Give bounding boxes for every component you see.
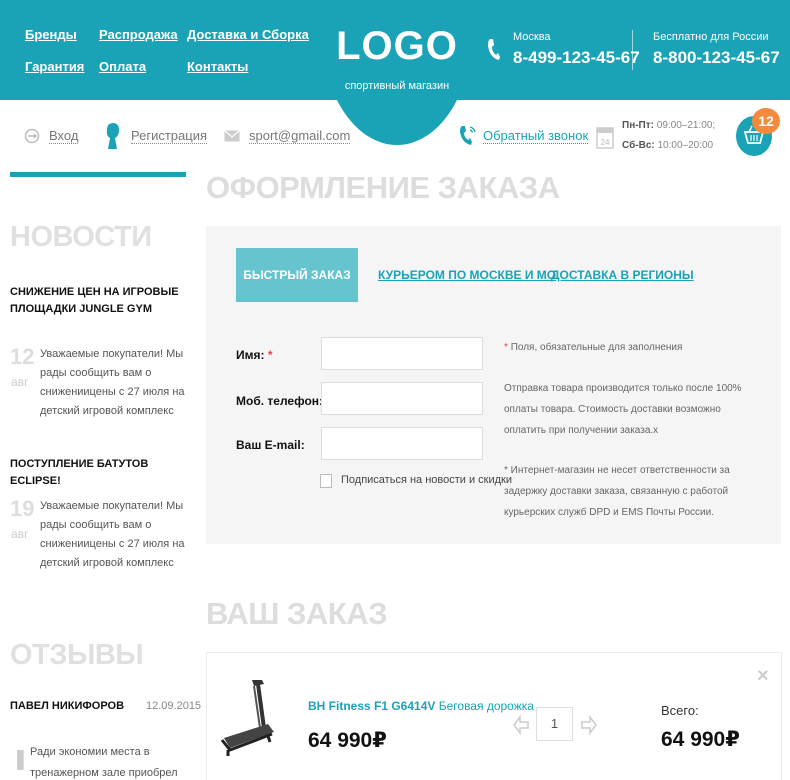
news-item-title[interactable]: ПОСТУПЛЕНИЕ БАТУТОВ ECLIPSE! bbox=[10, 456, 190, 490]
order-title: ВАШ ЗАКАЗ bbox=[206, 596, 388, 631]
reviews-heading: ОТЗЫВЫ bbox=[10, 639, 144, 671]
news-item-title[interactable]: СНИЖЕНИЕ ЦЕН НА ИГРОВЫЕ ПЛОЩАДКИ JUNGLE … bbox=[10, 284, 190, 318]
tab-regions-delivery[interactable]: ДОСТАВКА В РЕГИОНЫ bbox=[551, 268, 694, 282]
nav-sale-link[interactable]: Распродажа bbox=[99, 27, 178, 42]
tab-quick-order[interactable]: БЫСТРЫЙ ЗАКАЗ bbox=[236, 248, 358, 302]
logo[interactable]: LOGO bbox=[322, 24, 472, 68]
login-link[interactable]: Вход bbox=[49, 128, 79, 144]
email-link[interactable]: sport@gmail.com bbox=[249, 128, 351, 144]
nav-payment-link[interactable]: Оплата bbox=[99, 59, 146, 74]
callback-phone-icon bbox=[460, 126, 476, 145]
header-divider bbox=[632, 30, 633, 70]
phone-free[interactable]: 8-800-123-45-67 bbox=[653, 48, 780, 68]
user-icon bbox=[106, 123, 119, 149]
review-author: ПАВЕЛ НИКИФОРОВ bbox=[10, 700, 125, 712]
register-link[interactable]: Регистрация bbox=[131, 128, 207, 144]
free-call-label: Бесплатно для России bbox=[653, 31, 769, 43]
qty-right-arrow-icon[interactable] bbox=[580, 714, 598, 736]
news-month: авг bbox=[11, 527, 29, 541]
quantity-input[interactable]: 1 bbox=[536, 707, 573, 741]
hours-weekdays: Пн-Пт: 09:00–21:00; bbox=[622, 120, 716, 131]
product-price: 64 990₽ bbox=[308, 729, 387, 752]
nav-brands-link[interactable]: Бренды bbox=[25, 27, 77, 42]
nav-contacts-link[interactable]: Контакты bbox=[187, 59, 248, 74]
news-heading: НОВОСТИ bbox=[10, 221, 152, 253]
news-item-text: Уважаемые покупатели! Мы рады сообщить в… bbox=[40, 348, 185, 417]
total-value: 64 990₽ bbox=[661, 728, 740, 751]
tab-courier-moscow[interactable]: КУРЬЕРОМ ПО МОСКВЕ И МО bbox=[378, 268, 556, 282]
name-label: Имя: * bbox=[236, 348, 273, 362]
callback-link[interactable]: Обратный звонок bbox=[483, 128, 589, 144]
close-icon[interactable]: × bbox=[757, 665, 769, 688]
subscribe-checkbox[interactable] bbox=[320, 474, 332, 488]
calendar-day: 24 bbox=[601, 138, 610, 147]
news-month: авг bbox=[11, 375, 29, 389]
calendar-icon: 24 bbox=[596, 127, 614, 149]
required-note: * Поля, обязательные для заполнения bbox=[504, 342, 683, 353]
login-icon bbox=[24, 128, 40, 144]
nav-delivery-link[interactable]: Доставка и Сборка bbox=[187, 27, 309, 42]
sidebar-accent-bar bbox=[10, 172, 186, 177]
phone-moscow[interactable]: 8-499-123-45-67 bbox=[513, 48, 640, 68]
phone-input[interactable] bbox=[321, 382, 483, 415]
disclaimer: * Интернет-магазин не несет ответственно… bbox=[504, 465, 730, 518]
mail-icon bbox=[224, 130, 240, 142]
total-label: Всего: bbox=[661, 703, 699, 718]
logo-subtitle: спортивный магазин bbox=[344, 80, 450, 92]
review-text: Ради экономии места в тренажерном зале п… bbox=[30, 746, 178, 779]
payment-info: Отправка товара производится только посл… bbox=[504, 383, 742, 436]
email-input[interactable] bbox=[321, 427, 483, 460]
treadmill-image[interactable] bbox=[218, 676, 280, 760]
hours-weekend: Сб-Вс: 10:00–20:00 bbox=[622, 140, 714, 151]
product-name[interactable]: BH Fitness F1 G6414V Беговая дорожка bbox=[308, 699, 534, 713]
email-label: Ваш E-mail: bbox=[236, 438, 305, 452]
page-title: ОФОРМЛЕНИЕ ЗАКАЗА bbox=[206, 170, 560, 205]
phone-label: Моб. телефон: * bbox=[236, 394, 331, 408]
logo-badge bbox=[322, 0, 472, 145]
subscribe-label: Подписаться на новости и скидки bbox=[341, 474, 513, 486]
news-day: 12 bbox=[10, 344, 35, 369]
phone-icon bbox=[488, 39, 500, 60]
name-input[interactable] bbox=[321, 337, 483, 370]
cart-count-badge: 12 bbox=[752, 108, 780, 134]
nav-warranty-link[interactable]: Гарантия bbox=[25, 59, 84, 74]
quote-icon: ❚ bbox=[12, 748, 29, 770]
news-day: 19 bbox=[10, 496, 35, 521]
review-date: 12.09.2015 bbox=[146, 700, 202, 712]
news-item-text: Уважаемые покупатели! Мы рады сообщить в… bbox=[40, 500, 185, 569]
city-label: Москва bbox=[513, 31, 551, 43]
qty-left-arrow-icon[interactable] bbox=[512, 714, 530, 736]
